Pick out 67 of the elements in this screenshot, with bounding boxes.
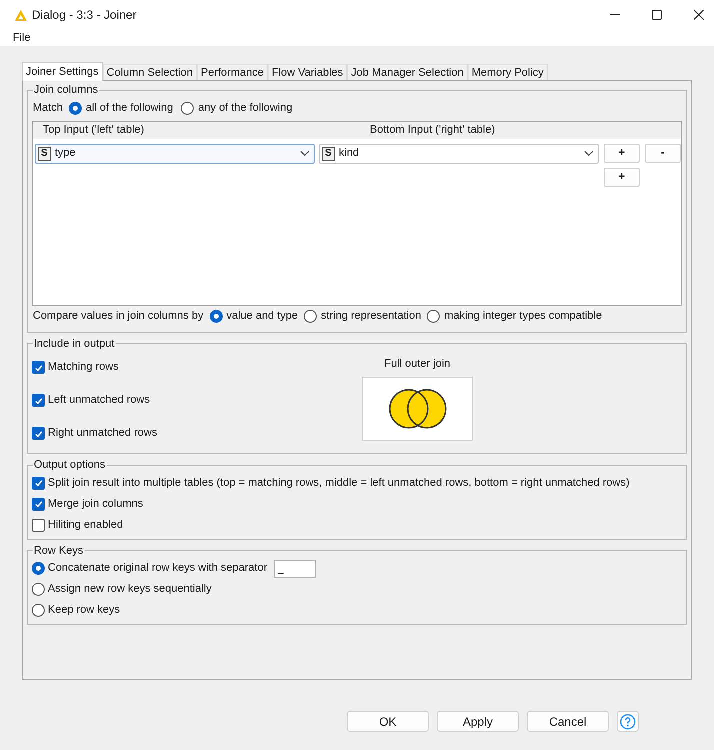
join-type-label: Full outer join xyxy=(384,357,451,372)
menu-item[interactable]: File xyxy=(13,30,31,46)
tab[interactable]: Performance xyxy=(196,64,268,80)
tab[interactable]: Job Manager Selection xyxy=(347,64,468,80)
checkbox[interactable] xyxy=(32,394,45,407)
triangle-logo-icon xyxy=(14,8,28,22)
checkmark-icon xyxy=(34,499,44,509)
help-button[interactable] xyxy=(617,711,639,732)
radio-label: Assign new row keys sequentially xyxy=(48,582,212,598)
radio-label: string representation xyxy=(321,309,422,324)
checkbox[interactable] xyxy=(32,476,45,490)
dialog-button[interactable]: Cancel xyxy=(527,711,609,732)
radio-label: Keep row keys xyxy=(48,603,120,618)
checkbox-label: Merge join columns xyxy=(48,496,144,512)
dialog-button[interactable]: OK xyxy=(347,711,429,732)
row-button[interactable]: - xyxy=(645,144,681,162)
dropdown-value: kind xyxy=(339,146,360,162)
checkbox[interactable] xyxy=(32,361,45,374)
radio-button[interactable] xyxy=(181,102,194,115)
checkbox-label: Matching rows xyxy=(48,360,119,376)
dialog-button[interactable]: Apply xyxy=(437,711,519,732)
checkmark-icon xyxy=(34,478,44,488)
radio-label: value and type xyxy=(226,309,298,324)
radio-button[interactable] xyxy=(32,583,45,596)
radio-label: making integer types compatible xyxy=(444,309,602,324)
tab[interactable]: Joiner Settings xyxy=(22,62,103,81)
radio-button[interactable] xyxy=(32,562,45,575)
tab[interactable]: Flow Variables xyxy=(268,64,348,80)
radio-label: any of the following xyxy=(198,101,293,116)
type-badge: S xyxy=(322,146,335,160)
column-dropdown[interactable]: S kind xyxy=(319,144,599,164)
type-badge: S xyxy=(38,146,51,160)
dropdown-value: type xyxy=(55,146,77,162)
column-dropdown[interactable]: S type xyxy=(35,144,315,164)
separator-field[interactable]: _ xyxy=(274,560,316,578)
tab[interactable]: Column Selection xyxy=(102,64,197,80)
group-title: Row Keys xyxy=(33,544,85,558)
maximize-icon xyxy=(652,10,662,20)
group-title: Include in output xyxy=(33,336,116,352)
checkbox-label: Right unmatched rows xyxy=(48,426,158,442)
window-title: Dialog - 3:3 - Joiner xyxy=(32,7,137,24)
help-icon xyxy=(620,714,636,730)
tab[interactable]: Memory Policy xyxy=(468,64,548,80)
radio-button[interactable] xyxy=(68,102,82,115)
field-label: Match xyxy=(33,101,63,116)
radio-button[interactable] xyxy=(32,604,45,617)
checkbox[interactable] xyxy=(32,518,45,532)
chevron-down-icon xyxy=(584,150,594,157)
radio-label: all of the following xyxy=(86,101,174,116)
radio-button[interactable] xyxy=(427,310,440,323)
chevron-down-icon xyxy=(300,150,310,157)
close-icon xyxy=(694,10,704,20)
radio-button[interactable] xyxy=(304,310,318,323)
column-header: Bottom Input ('right' table) xyxy=(369,122,496,138)
add-row-button[interactable]: + xyxy=(604,168,640,186)
row-button[interactable]: + xyxy=(604,144,640,162)
checkbox-label: Split join result into multiple tables (top = matching rows, middle = left unmatched rows, bottom = right unmatched rows) xyxy=(48,476,630,491)
radio-label: Concatenate original row keys with separator xyxy=(48,561,268,576)
checkbox-label: Left unmatched rows xyxy=(48,393,150,408)
group-title: Output options xyxy=(33,458,107,473)
column-header: Top Input ('left' table) xyxy=(42,122,146,138)
checkbox[interactable] xyxy=(32,498,45,510)
field-label: Compare values in join columns by xyxy=(33,309,204,324)
radio-button[interactable] xyxy=(210,310,223,323)
checkbox-label: Hiliting enabled xyxy=(48,518,124,533)
checkbox[interactable] xyxy=(32,427,45,440)
group-title: Join columns xyxy=(33,83,100,98)
